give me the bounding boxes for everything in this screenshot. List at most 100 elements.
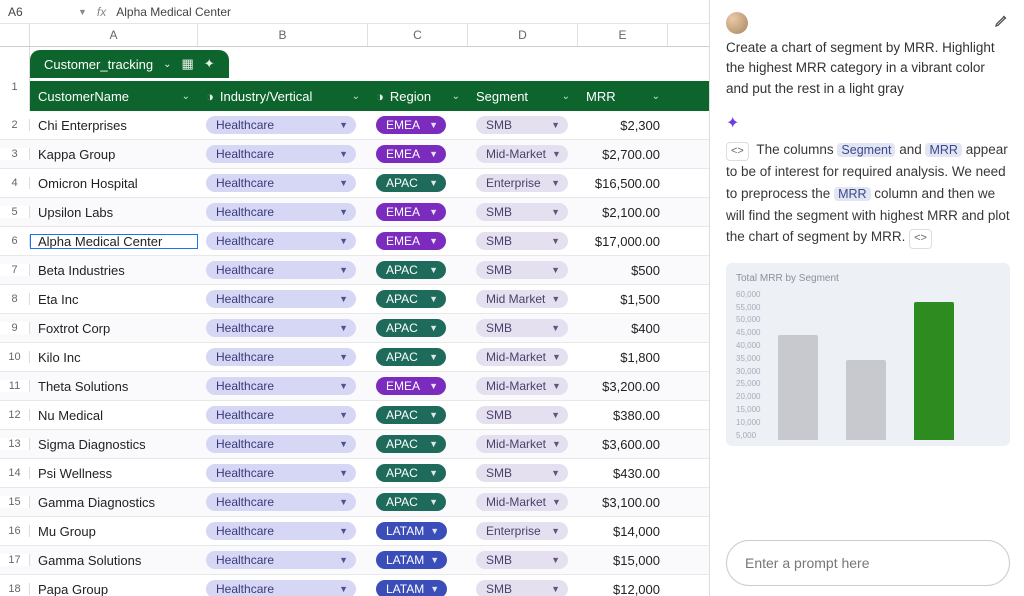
cell-industry[interactable]: Healthcare▼ (198, 348, 368, 366)
table-row[interactable]: 2Chi EnterprisesHealthcare▼EMEA▼SMB▼$2,3… (0, 111, 709, 140)
chevron-down-icon[interactable]: ▼ (551, 207, 560, 217)
row-number[interactable]: 13 (0, 438, 30, 450)
region-pill[interactable]: APAC▼ (376, 406, 446, 424)
table-row[interactable]: 6Alpha Medical CenterHealthcare▼EMEA▼SMB… (0, 227, 709, 256)
region-pill[interactable]: APAC▼ (376, 290, 446, 308)
region-pill[interactable]: EMEA▼ (376, 377, 446, 395)
industry-pill[interactable]: Healthcare▼ (206, 551, 356, 569)
cell-customer-name[interactable]: Kappa Group (30, 147, 198, 162)
cell-mrr[interactable]: $430.00 (578, 466, 668, 481)
cell-region[interactable]: APAC▼ (368, 319, 468, 337)
cell-customer-name[interactable]: Sigma Diagnostics (30, 437, 198, 452)
region-pill[interactable]: APAC▼ (376, 261, 446, 279)
cell-industry[interactable]: Healthcare▼ (198, 145, 368, 163)
row-number[interactable]: 7 (0, 264, 30, 276)
industry-pill[interactable]: Healthcare▼ (206, 174, 356, 192)
header-industry[interactable]: ◑Industry/Vertical⌄ (198, 89, 368, 104)
cell-customer-name[interactable]: Foxtrot Corp (30, 321, 198, 336)
cell-segment[interactable]: SMB▼ (468, 203, 578, 221)
chevron-down-icon[interactable]: ▼ (429, 439, 438, 449)
cell-customer-name[interactable]: Mu Group (30, 524, 198, 539)
chevron-down-icon[interactable]: ▼ (429, 120, 438, 130)
chevron-down-icon[interactable]: ▼ (339, 497, 348, 507)
cell-segment[interactable]: SMB▼ (468, 551, 578, 569)
segment-pill[interactable]: Mid-Market▼ (476, 435, 568, 453)
row-number[interactable]: 4 (0, 177, 30, 189)
cell-segment[interactable]: Enterprise▼ (468, 174, 578, 192)
chevron-down-icon[interactable]: ▼ (339, 410, 348, 420)
cell-industry[interactable]: Healthcare▼ (198, 174, 368, 192)
layout-icon[interactable]: ▦ (182, 56, 194, 72)
code-icon[interactable]: <> (909, 229, 932, 249)
chevron-down-icon[interactable]: ▼ (429, 149, 438, 159)
industry-pill[interactable]: Healthcare▼ (206, 232, 356, 250)
cell-region[interactable]: EMEA▼ (368, 116, 468, 134)
industry-pill[interactable]: Healthcare▼ (206, 493, 356, 511)
cell-customer-name[interactable]: Alpha Medical Center (30, 234, 198, 249)
cell-customer-name[interactable]: Nu Medical (30, 408, 198, 423)
table-row[interactable]: 5Upsilon LabsHealthcare▼EMEA▼SMB▼$2,100.… (0, 198, 709, 227)
chevron-down-icon[interactable]: ▼ (339, 236, 348, 246)
cell-customer-name[interactable]: Psi Wellness (30, 466, 198, 481)
formula-value[interactable]: Alpha Medical Center (116, 5, 231, 19)
chevron-down-icon[interactable]: ▼ (339, 352, 348, 362)
cell-industry[interactable]: Healthcare▼ (198, 116, 368, 134)
data-grid[interactable]: 2Chi EnterprisesHealthcare▼EMEA▼SMB▼$2,3… (0, 111, 709, 596)
segment-pill[interactable]: SMB▼ (476, 261, 568, 279)
chevron-down-icon[interactable]: ▼ (429, 497, 438, 507)
region-pill[interactable]: EMEA▼ (376, 232, 446, 250)
chevron-down-icon[interactable]: ▼ (430, 526, 439, 536)
region-pill[interactable]: APAC▼ (376, 174, 446, 192)
cell-industry[interactable]: Healthcare▼ (198, 522, 368, 540)
cell-region[interactable]: EMEA▼ (368, 377, 468, 395)
segment-pill[interactable]: Mid-Market▼ (476, 377, 568, 395)
column-header-c[interactable]: C (368, 24, 468, 46)
sparkle-icon[interactable]: ✦ (204, 56, 215, 72)
table-row[interactable]: 8Eta IncHealthcare▼APAC▼Mid Market▼$1,50… (0, 285, 709, 314)
chevron-down-icon[interactable]: ▼ (429, 323, 438, 333)
formula-bar[interactable]: A6 ▼ fx Alpha Medical Center (0, 0, 709, 24)
segment-pill[interactable]: Enterprise▼ (476, 522, 568, 540)
chevron-down-icon[interactable]: ▼ (339, 468, 348, 478)
chevron-down-icon[interactable]: ▼ (339, 584, 348, 594)
cell-customer-name[interactable]: Upsilon Labs (30, 205, 198, 220)
cell-mrr[interactable]: $3,100.00 (578, 495, 668, 510)
industry-pill[interactable]: Healthcare▼ (206, 290, 356, 308)
region-pill[interactable]: LATAM▼ (376, 580, 447, 596)
region-pill[interactable]: APAC▼ (376, 464, 446, 482)
chevron-down-icon[interactable]: ▼ (551, 410, 560, 420)
segment-pill[interactable]: Mid-Market▼ (476, 145, 568, 163)
chevron-down-icon[interactable]: ⌄ (562, 91, 570, 102)
row-number[interactable]: 14 (0, 467, 30, 479)
header-customername[interactable]: CustomerName⌄ (30, 89, 198, 104)
cell-industry[interactable]: Healthcare▼ (198, 406, 368, 424)
cell-customer-name[interactable]: Omicron Hospital (30, 176, 198, 191)
table-row[interactable]: 11Theta SolutionsHealthcare▼EMEA▼Mid-Mar… (0, 372, 709, 401)
industry-pill[interactable]: Healthcare▼ (206, 435, 356, 453)
cell-customer-name[interactable]: Kilo Inc (30, 350, 198, 365)
chevron-down-icon[interactable]: ▼ (429, 468, 438, 478)
cell-mrr[interactable]: $17,000.00 (578, 234, 668, 249)
table-row[interactable]: 16Mu GroupHealthcare▼LATAM▼Enterprise▼$1… (0, 517, 709, 546)
chevron-down-icon[interactable]: ▼ (339, 555, 348, 565)
cell-industry[interactable]: Healthcare▼ (198, 261, 368, 279)
industry-pill[interactable]: Healthcare▼ (206, 145, 356, 163)
row-number[interactable]: 9 (0, 322, 30, 334)
row-number[interactable]: 10 (0, 351, 30, 363)
row-number[interactable]: 6 (0, 235, 30, 247)
cell-customer-name[interactable]: Eta Inc (30, 292, 198, 307)
cell-mrr[interactable]: $400 (578, 321, 668, 336)
industry-pill[interactable]: Healthcare▼ (206, 377, 356, 395)
cell-mrr[interactable]: $380.00 (578, 408, 668, 423)
cell-mrr[interactable]: $2,700.00 (578, 147, 668, 162)
chevron-down-icon[interactable]: ▼ (551, 584, 560, 594)
cell-segment[interactable]: SMB▼ (468, 464, 578, 482)
row-number-1[interactable]: 1 (0, 81, 30, 111)
region-pill[interactable]: APAC▼ (376, 435, 446, 453)
cell-segment[interactable]: Mid-Market▼ (468, 348, 578, 366)
chevron-down-icon[interactable]: ▼ (429, 352, 438, 362)
table-row[interactable]: 15Gamma DiagnosticsHealthcare▼APAC▼Mid-M… (0, 488, 709, 517)
industry-pill[interactable]: Healthcare▼ (206, 348, 356, 366)
cell-mrr[interactable]: $500 (578, 263, 668, 278)
column-header-e[interactable]: E (578, 24, 668, 46)
